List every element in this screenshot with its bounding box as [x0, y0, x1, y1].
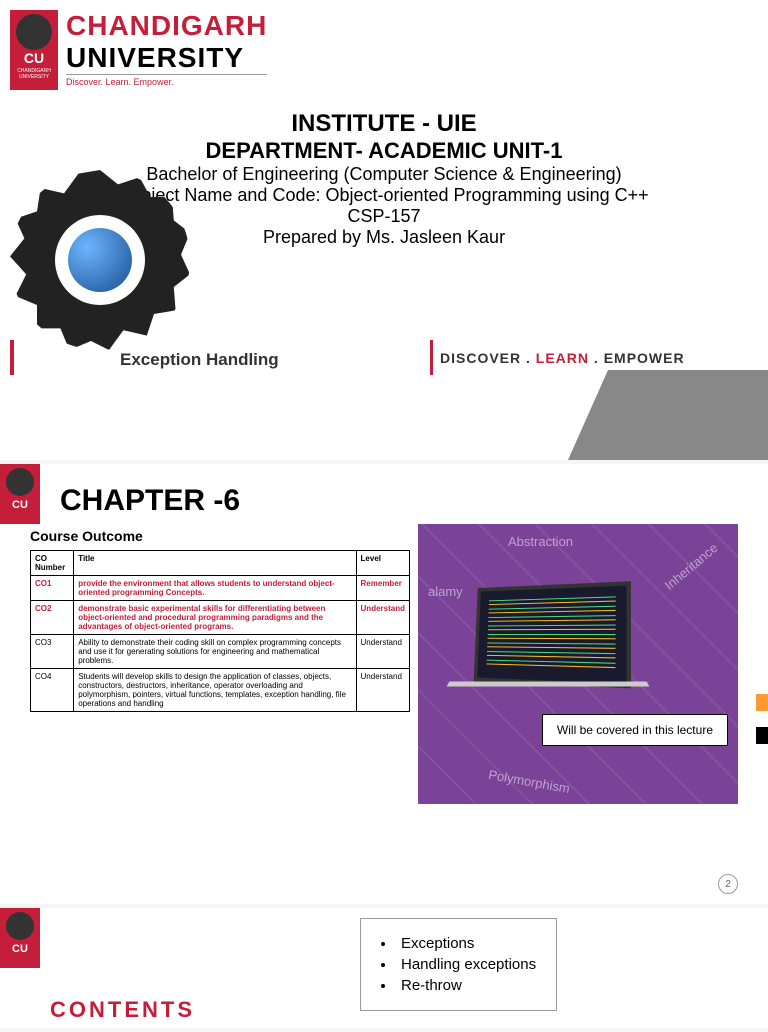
dle-empower: . EMPOWER	[589, 350, 685, 366]
laptop-icon	[468, 584, 668, 724]
gear-globe-icon	[10, 170, 190, 350]
table-row: CO1provide the environment that allows s…	[31, 576, 410, 601]
contents-list: Exceptions Handling exceptions Re-throw	[360, 918, 557, 1011]
table-cell: provide the environment that allows stud…	[74, 576, 356, 601]
list-item: Handling exceptions	[381, 956, 536, 973]
gray-footer-shape	[568, 370, 768, 460]
logo-header: CU CHANDIGARH UNIVERSITY CHANDIGARH UNIV…	[10, 10, 758, 90]
table-row: CO2demonstrate basic experimental skills…	[31, 601, 410, 635]
lecture-callout: Will be covered in this lecture	[542, 714, 728, 746]
table-cell: CO2	[31, 601, 74, 635]
table-cell: Ability to demonstrate their coding skil…	[74, 635, 356, 669]
dle-learn: LEARN	[536, 350, 589, 366]
slide-2: CU CHAPTER -6 Course Outcome CO Number T…	[0, 464, 768, 904]
label-inheritance: Inheritance	[661, 540, 720, 593]
cu-badge-icon: CU	[0, 908, 40, 968]
table-row: CO3Ability to demonstrate their coding s…	[31, 635, 410, 669]
table-cell: Students will develop skills to design t…	[74, 669, 356, 712]
page-number: 2	[718, 874, 738, 894]
slide-3: CU Exceptions Handling exceptions Re-thr…	[0, 908, 768, 1028]
th-title: Title	[74, 551, 356, 576]
accent-bar-left	[10, 340, 14, 375]
oop-graphic: Abstraction Inheritance Polymorphism ala…	[418, 524, 738, 804]
chapter-title: CHAPTER -6	[60, 484, 758, 518]
th-level: Level	[356, 551, 409, 576]
flag-icon	[756, 694, 768, 744]
list-item: Exceptions	[381, 935, 536, 952]
badge-subtext: CHANDIGARH UNIVERSITY	[10, 68, 58, 80]
table-cell: CO4	[31, 669, 74, 712]
th-number: CO Number	[31, 551, 74, 576]
institute-title: INSTITUTE - UIE	[10, 110, 758, 138]
table-cell: CO3	[31, 635, 74, 669]
label-abstraction: Abstraction	[508, 534, 573, 549]
table-cell: Understand	[356, 635, 409, 669]
watermark-alamy: alamy	[428, 584, 463, 599]
badge-text: CU	[24, 50, 44, 66]
table-cell: Remember	[356, 576, 409, 601]
university-name: CHANDIGARH	[66, 10, 267, 42]
table-row: CO4Students will develop skills to desig…	[31, 669, 410, 712]
slide-1: CU CHANDIGARH UNIVERSITY CHANDIGARH UNIV…	[0, 0, 768, 460]
table-cell: CO1	[31, 576, 74, 601]
table-cell: demonstrate basic experimental skills fo…	[74, 601, 356, 635]
badge-text: CU	[12, 499, 28, 511]
cu-badge-icon: CU	[0, 464, 40, 524]
list-item: Re-throw	[381, 977, 536, 994]
dle-discover: DISCOVER .	[440, 350, 536, 366]
university-subname: UNIVERSITY	[66, 42, 267, 74]
cu-badge-icon: CU CHANDIGARH UNIVERSITY	[10, 10, 58, 90]
table-cell: Understand	[356, 669, 409, 712]
table-cell: Understand	[356, 601, 409, 635]
label-polymorphism: Polymorphism	[487, 767, 571, 796]
department-title: DEPARTMENT- ACADEMIC UNIT-1	[10, 138, 758, 164]
topic-title: Exception Handling	[120, 350, 279, 370]
discover-learn-empower: DISCOVER . LEARN . EMPOWER	[440, 350, 685, 366]
university-tagline: Discover. Learn. Empower.	[66, 74, 267, 87]
accent-bar-right	[430, 340, 433, 375]
badge-text: CU	[12, 943, 28, 955]
course-outcome-table: CO Number Title Level CO1provide the env…	[30, 550, 410, 712]
contents-heading: CONTENTS	[50, 997, 195, 1023]
university-name-block: CHANDIGARH UNIVERSITY Discover. Learn. E…	[66, 10, 267, 87]
